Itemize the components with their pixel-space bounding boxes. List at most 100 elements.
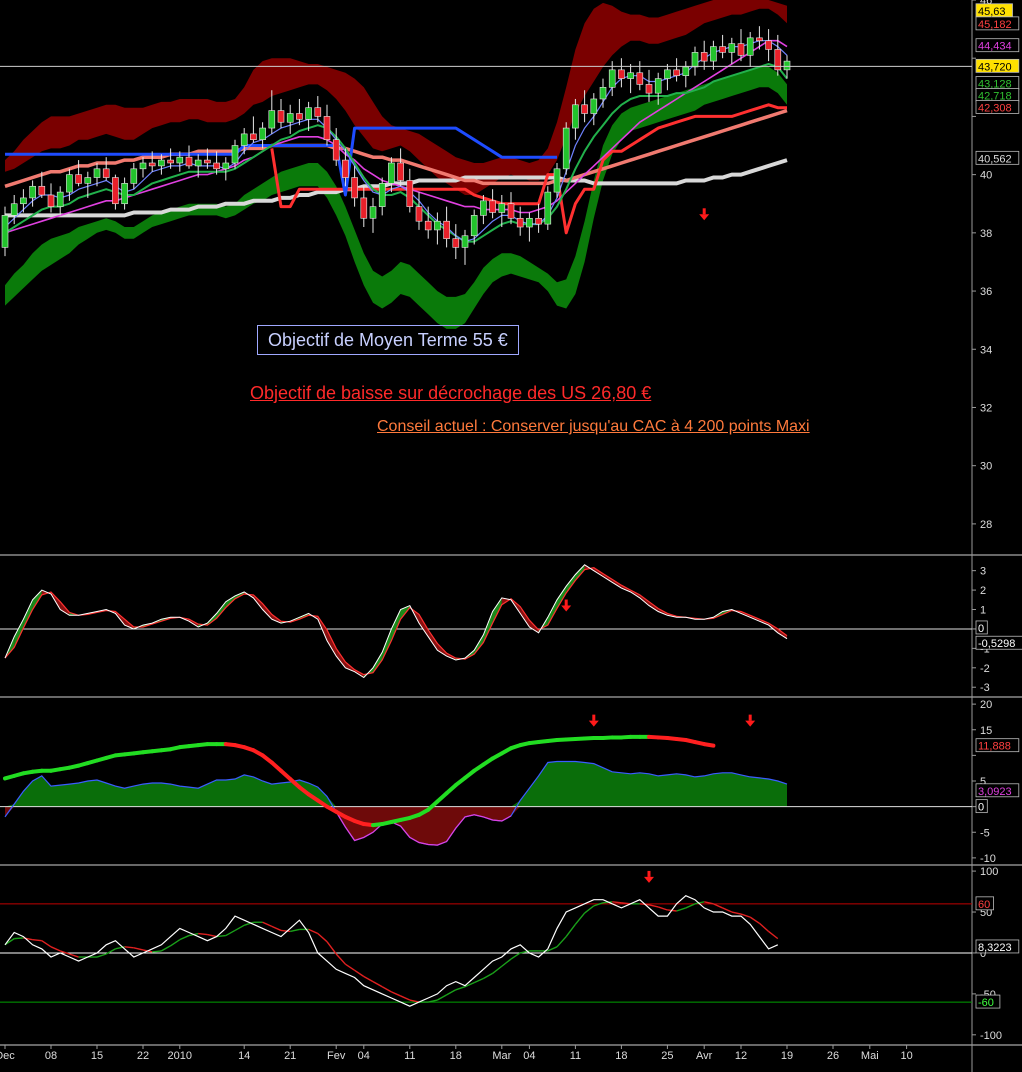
candle-body-24 bbox=[222, 162, 230, 170]
osc3-signal-seg-48 bbox=[437, 994, 447, 1001]
x-tick-label-16: Avr bbox=[696, 1050, 713, 1062]
candle-body-65 bbox=[599, 87, 607, 100]
candle-body-59 bbox=[544, 191, 552, 225]
osc3-signal-seg-74 bbox=[676, 907, 687, 912]
stock-chart: 283032343638404645,6345,18244,43443,7204… bbox=[0, 0, 1022, 1072]
osc3-signal-seg-52 bbox=[473, 977, 484, 984]
osc3-signal-seg-84 bbox=[768, 930, 779, 940]
osc3-signal-seg-26 bbox=[234, 924, 245, 932]
candle-body-30 bbox=[277, 110, 285, 123]
candle-body-36 bbox=[332, 139, 340, 161]
candle-body-83 bbox=[765, 40, 772, 50]
osc1-tick-label-1: -2 bbox=[980, 663, 990, 675]
osc3-signal-seg-5 bbox=[41, 940, 52, 948]
candle-body-38 bbox=[351, 177, 358, 199]
osc3-signal-seg-37 bbox=[335, 953, 346, 965]
candle-body-22 bbox=[204, 159, 211, 164]
osc3-signal-seg-31 bbox=[280, 929, 291, 933]
osc1-tick-label-0: -3 bbox=[980, 682, 990, 694]
candle-body-58 bbox=[535, 217, 542, 225]
x-tick-label-20: Mai bbox=[861, 1050, 879, 1062]
osc3-signal-seg-54 bbox=[492, 965, 503, 974]
osc3-signal-seg-63 bbox=[574, 912, 586, 925]
osc3-signal-seg-15 bbox=[133, 947, 144, 951]
price-tag-2: 44,434 bbox=[978, 41, 1012, 53]
candle-body-13 bbox=[121, 183, 128, 205]
candle-body-46 bbox=[424, 220, 432, 231]
osc2-arrow-0 bbox=[588, 720, 599, 727]
osc3-signal-seg-32 bbox=[290, 928, 300, 933]
candle-body-14 bbox=[130, 168, 138, 184]
x-tick-label-9: 11 bbox=[404, 1050, 415, 1062]
candle-body-62 bbox=[572, 104, 579, 129]
price-arrow-0 bbox=[699, 214, 710, 221]
osc3-tick-label-0: -100 bbox=[980, 1030, 1002, 1042]
candle-body-43 bbox=[397, 162, 404, 181]
osc3-signal-seg-62 bbox=[565, 923, 576, 938]
candle-body-51 bbox=[470, 215, 478, 237]
candle-body-33 bbox=[305, 107, 312, 120]
osc3-signal-seg-11 bbox=[96, 953, 107, 958]
x-tick-label-0: Dec bbox=[0, 1050, 15, 1062]
x-tick-label-13: 11 bbox=[570, 1050, 581, 1062]
osc3-signal-seg-64 bbox=[584, 905, 595, 914]
candle-body-79 bbox=[728, 43, 736, 53]
candle-body-23 bbox=[213, 162, 220, 170]
osc1-tick-label-4: 1 bbox=[980, 605, 986, 617]
osc3-signal-seg-67 bbox=[612, 901, 622, 904]
x-tick-label-5: 14 bbox=[238, 1050, 250, 1062]
candle-body-67 bbox=[618, 69, 625, 79]
x-tick-label-4: 2010 bbox=[168, 1050, 192, 1062]
candle-body-85 bbox=[783, 60, 791, 71]
candle-body-1 bbox=[10, 203, 18, 216]
osc3-signal-seg-18 bbox=[161, 945, 171, 952]
x-tick-label-1: 08 bbox=[45, 1050, 57, 1062]
osc2-signal-seg-77 bbox=[702, 742, 716, 748]
candle-body-64 bbox=[590, 98, 598, 114]
candle-body-2 bbox=[20, 197, 27, 205]
candle-body-42 bbox=[388, 162, 395, 184]
candle-body-4 bbox=[38, 185, 46, 196]
price-tick-label-0: 28 bbox=[980, 519, 992, 531]
candle-body-27 bbox=[250, 133, 257, 141]
price-arrow-0-shaft bbox=[702, 208, 706, 215]
osc3-signal-seg-35 bbox=[317, 932, 328, 943]
osc3-signal-seg-50 bbox=[455, 986, 466, 991]
candle-body-20 bbox=[185, 156, 193, 167]
x-tick-label-2: 15 bbox=[91, 1050, 103, 1062]
osc2-tag-1: 3,0923 bbox=[978, 786, 1012, 798]
osc3-signal-seg-42 bbox=[381, 986, 392, 993]
osc3-signal-seg-17 bbox=[152, 950, 162, 953]
price-tick-label-6: 40 bbox=[980, 170, 992, 182]
candle-body-47 bbox=[434, 220, 441, 231]
osc3-signal-seg-25 bbox=[225, 929, 236, 937]
osc2-tick-label-0: -10 bbox=[980, 853, 996, 865]
candle-body-76 bbox=[700, 52, 708, 62]
osc3-signal-seg-83 bbox=[758, 922, 770, 932]
osc1-tick-label-6: 3 bbox=[980, 566, 986, 578]
x-tick-label-14: 18 bbox=[615, 1050, 627, 1062]
osc3-signal-seg-19 bbox=[170, 939, 181, 947]
osc3-arrow-0 bbox=[644, 876, 654, 883]
candle-body-3 bbox=[29, 185, 36, 199]
candle-body-68 bbox=[627, 72, 634, 79]
osc3-arrow-0-shaft bbox=[647, 870, 651, 877]
osc2-negative-area bbox=[5, 806, 787, 846]
osc3-signal-seg-55 bbox=[501, 958, 512, 967]
candle-body-11 bbox=[102, 168, 110, 178]
candle-body-5 bbox=[47, 194, 55, 207]
price-tick-label-2: 32 bbox=[980, 402, 992, 414]
candle-body-57 bbox=[526, 217, 533, 228]
osc3-signal-seg-71 bbox=[648, 904, 659, 908]
candle-body-75 bbox=[691, 52, 699, 68]
candle-body-0 bbox=[1, 215, 9, 248]
price-tick-label-5: 38 bbox=[980, 228, 992, 240]
price-tag-3: 43,720 bbox=[978, 61, 1012, 73]
osc3-signal-seg-75 bbox=[685, 903, 696, 909]
osc1-tick-label-5: 2 bbox=[980, 585, 986, 597]
price-tag-1: 45,182 bbox=[978, 19, 1012, 31]
osc3-signal-seg-8 bbox=[69, 953, 79, 958]
candle-body-44 bbox=[406, 180, 414, 207]
price-tick-label-1: 30 bbox=[980, 461, 992, 473]
candle-body-60 bbox=[553, 168, 561, 193]
